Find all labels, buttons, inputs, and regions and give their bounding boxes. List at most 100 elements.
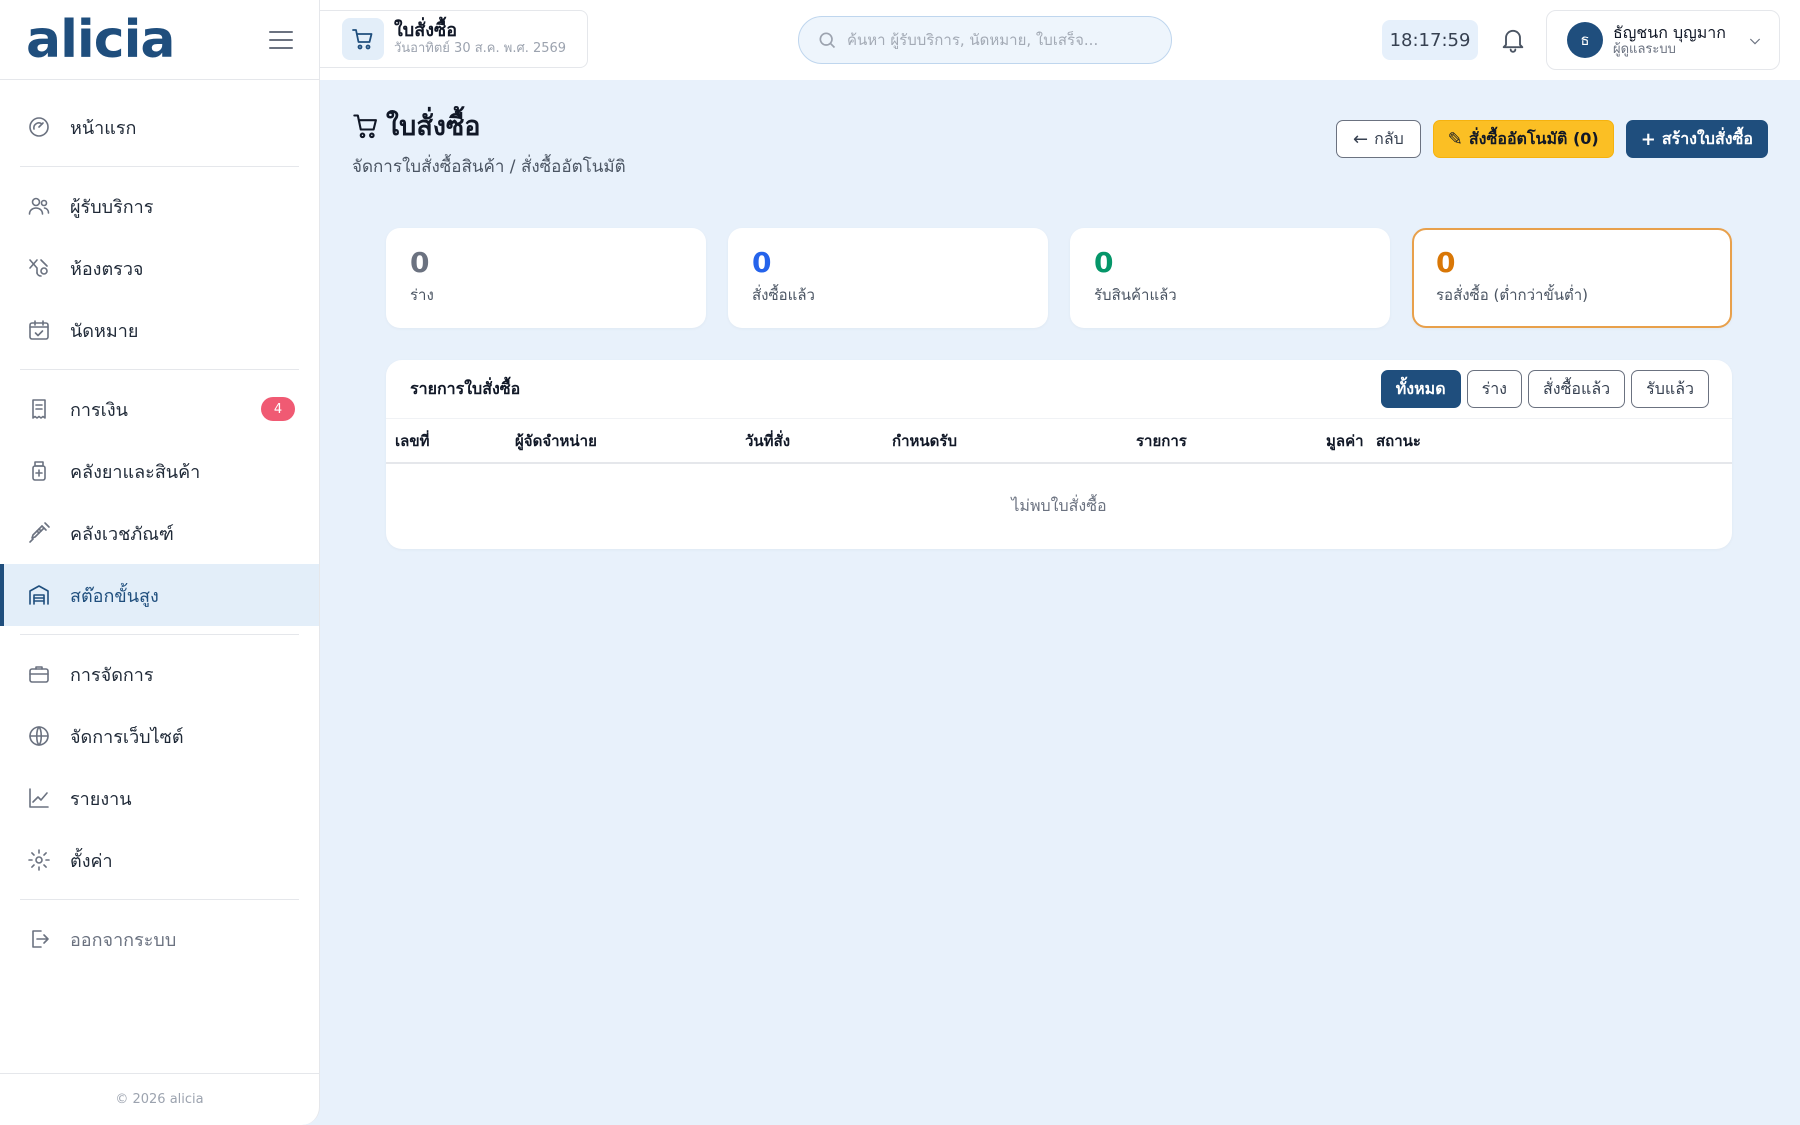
sidebar-nav: หน้าแรก ผู้รับบริการ ห้องตรวจ นัดหมาย กา… xyxy=(0,80,319,970)
stethoscope-icon xyxy=(26,255,52,281)
syringe-icon xyxy=(26,520,52,546)
topbar: ใบสั่งซื้อ วันอาทิตย์ 30 ส.ค. พ.ศ. 2569 … xyxy=(320,0,1800,80)
sidebar-item-label: หน้าแรก xyxy=(70,117,137,139)
page-title-text: ใบสั่งซื้อ xyxy=(386,111,481,142)
sidebar-item-advanced-stock[interactable]: สต๊อกขั้นสูง xyxy=(0,564,319,626)
stat-card-pending-low-stock[interactable]: 0 รอสั่งซื้อ (ต่ำกว่าขั้นต่ำ) xyxy=(1412,228,1732,328)
column-header[interactable]: กำหนดรับ xyxy=(892,429,957,453)
stat-label: รับสินค้าแล้ว xyxy=(1094,285,1177,304)
column-header[interactable]: เลขที่ xyxy=(395,429,429,453)
table-header: เลขที่ ผู้จัดจำหน่าย วันที่สั่ง กำหนดรับ… xyxy=(386,418,1732,464)
divider xyxy=(20,634,299,635)
column-header[interactable]: รายการ xyxy=(1136,429,1187,453)
filter-ordered[interactable]: สั่งซื้อแล้ว xyxy=(1527,370,1626,408)
filter-draft[interactable]: ร่าง xyxy=(1466,370,1522,408)
sidebar-item-finance[interactable]: การเงิน 4 xyxy=(0,378,319,440)
globe-icon xyxy=(26,723,52,749)
sidebar-item-clients[interactable]: ผู้รับบริการ xyxy=(0,175,319,237)
stat-value: 0 xyxy=(1094,246,1114,279)
column-header[interactable]: วันที่สั่ง xyxy=(745,429,790,453)
user-role: ผู้ดูแลระบบ xyxy=(1613,41,1676,57)
notification-bell-icon[interactable] xyxy=(1496,22,1530,56)
sidebar-item-exam-room[interactable]: ห้องตรวจ xyxy=(0,237,319,299)
auto-order-button[interactable]: ✎ สั่งซื้ออัตโนมัติ (0) xyxy=(1432,120,1614,158)
sidebar-item-website[interactable]: จัดการเว็บไซต์ xyxy=(0,705,319,767)
magic-wand-icon: ✎ xyxy=(1447,128,1463,150)
app-logo[interactable]: alicia xyxy=(26,14,175,66)
stat-label: สั่งซื้อแล้ว xyxy=(752,285,815,304)
sidebar-item-label: ห้องตรวจ xyxy=(70,258,144,280)
divider xyxy=(20,166,299,167)
current-page-indicator: ใบสั่งซื้อ วันอาทิตย์ 30 ส.ค. พ.ศ. 2569 xyxy=(320,10,588,68)
purchase-orders-panel: รายการใบสั่งซื้อ ทั้งหมด ร่าง สั่งซื้อแล… xyxy=(386,360,1732,549)
sidebar-item-label: นัดหมาย xyxy=(70,320,139,342)
chevron-down-icon xyxy=(1747,33,1763,53)
user-name: ธัญชนก บุญมาก xyxy=(1613,22,1726,42)
plus-icon: + xyxy=(1640,128,1656,150)
panel-header: รายการใบสั่งซื้อ ทั้งหมด ร่าง สั่งซื้อแล… xyxy=(386,360,1732,418)
search-icon xyxy=(819,32,836,49)
brand-header: alicia xyxy=(0,0,319,80)
stats-cards: 0 ร่าง 0 สั่งซื้อแล้ว 0 รับสินค้าแล้ว 0 … xyxy=(386,228,1732,328)
status-filter-group: ทั้งหมด ร่าง สั่งซื้อแล้ว รับแล้ว xyxy=(1380,370,1709,408)
page-header: ใบสั่งซื้อ จัดการใบสั่งซื้อสินค้า / สั่ง… xyxy=(352,104,626,180)
auto-order-button-label: สั่งซื้ออัตโนมัติ (0) xyxy=(1468,128,1599,148)
divider xyxy=(20,369,299,370)
stat-card-ordered[interactable]: 0 สั่งซื้อแล้ว xyxy=(728,228,1048,328)
shopping-cart-icon xyxy=(353,113,377,138)
sidebar-item-label: การเงิน xyxy=(70,399,128,421)
global-search xyxy=(798,16,1172,64)
sidebar-item-label: ออกจากระบบ xyxy=(70,929,177,951)
avatar: ธ xyxy=(1567,22,1603,58)
notification-badge: 4 xyxy=(261,397,295,421)
sidebar-item-label: การจัดการ xyxy=(70,664,154,686)
sidebar-item-pharmacy[interactable]: คลังยาและสินค้า xyxy=(0,440,319,502)
logout-icon xyxy=(26,926,52,952)
create-button-label: สร้างใบสั่งซื้อ xyxy=(1661,128,1753,148)
sidebar-item-medical-supplies[interactable]: คลังเวชภัณฑ์ xyxy=(0,502,319,564)
menu-toggle-icon[interactable] xyxy=(269,30,293,49)
panel-title: รายการใบสั่งซื้อ xyxy=(410,378,521,398)
briefcase-icon xyxy=(26,661,52,687)
breadcrumb: จัดการใบสั่งซื้อสินค้า / สั่งซื้ออัตโนมั… xyxy=(352,157,626,177)
filter-all[interactable]: ทั้งหมด xyxy=(1380,370,1461,408)
stat-card-draft[interactable]: 0 ร่าง xyxy=(386,228,706,328)
column-header[interactable]: สถานะ xyxy=(1376,429,1421,453)
search-input[interactable] xyxy=(847,31,1147,49)
sidebar-item-appointments[interactable]: นัดหมาย xyxy=(0,299,319,361)
sidebar-item-label: ผู้รับบริการ xyxy=(70,196,154,218)
sidebar-item-home[interactable]: หน้าแรก xyxy=(0,96,319,158)
warehouse-icon xyxy=(26,582,52,608)
stat-value: 0 xyxy=(1436,246,1456,279)
stat-card-received[interactable]: 0 รับสินค้าแล้ว xyxy=(1070,228,1390,328)
calendar-check-icon xyxy=(26,317,52,343)
sidebar-item-label: จัดการเว็บไซต์ xyxy=(70,726,184,748)
sidebar-item-label: รายงาน xyxy=(70,788,132,810)
medicine-bottle-icon xyxy=(26,458,52,484)
page-actions: ← กลับ ✎ สั่งซื้ออัตโนมัติ (0) + สร้างใบ… xyxy=(1336,120,1768,158)
stat-label: ร่าง xyxy=(410,285,434,304)
stat-label: รอสั่งซื้อ (ต่ำกว่าขั้นต่ำ) xyxy=(1436,285,1588,304)
sidebar-item-label: คลังเวชภัณฑ์ xyxy=(70,523,174,545)
create-purchase-order-button[interactable]: + สร้างใบสั่งซื้อ xyxy=(1625,120,1768,158)
sidebar-item-management[interactable]: การจัดการ xyxy=(0,643,319,705)
current-date: วันอาทิตย์ 30 ส.ค. พ.ศ. 2569 xyxy=(394,41,567,57)
receipt-icon xyxy=(26,396,52,422)
filter-received[interactable]: รับแล้ว xyxy=(1631,370,1709,408)
sidebar-item-settings[interactable]: ตั้งค่า xyxy=(0,829,319,891)
users-icon xyxy=(26,193,52,219)
stat-value: 0 xyxy=(410,246,430,279)
divider xyxy=(20,899,299,900)
dashboard-gauge-icon xyxy=(26,114,52,140)
back-button[interactable]: ← กลับ xyxy=(1336,120,1421,158)
sidebar-item-label: ตั้งค่า xyxy=(70,850,113,872)
main-content: ใบสั่งซื้อ จัดการใบสั่งซื้อสินค้า / สั่ง… xyxy=(320,80,1800,1125)
sidebar-item-logout[interactable]: ออกจากระบบ xyxy=(0,908,319,970)
copyright: © 2026 alicia xyxy=(0,1073,319,1125)
user-menu[interactable]: ธ ธัญชนก บุญมาก ผู้ดูแลระบบ xyxy=(1546,10,1780,70)
column-header[interactable]: ผู้จัดจำหน่าย xyxy=(515,429,597,453)
sidebar-item-reports[interactable]: รายงาน xyxy=(0,767,319,829)
clock: 18:17:59 xyxy=(1382,20,1478,60)
sidebar: alicia หน้าแรก ผู้รับบริการ ห้องตรวจ นัด… xyxy=(0,0,320,1125)
column-header[interactable]: มูลค่า xyxy=(1326,429,1364,453)
